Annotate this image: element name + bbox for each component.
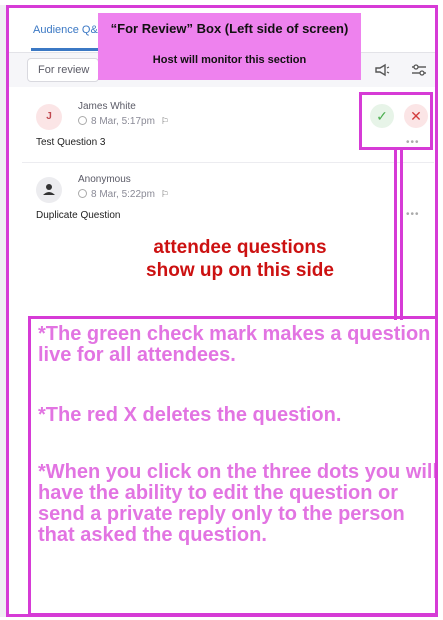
outer-annotation-frame	[6, 5, 438, 617]
